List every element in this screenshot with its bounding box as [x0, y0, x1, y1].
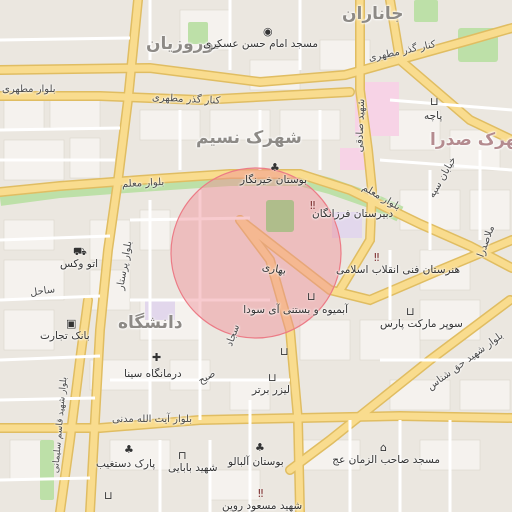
road-label-sadeghi: شهید صادقی	[354, 98, 368, 153]
district-label-daneshgah: دانشگاه	[118, 313, 183, 333]
poi-otovax[interactable]: اتو وکس	[60, 258, 98, 270]
poi-shahid-masood[interactable]: شهید مسعود روین	[222, 500, 302, 512]
road-label-blvd-moallem-w: بلوار معلم	[121, 176, 165, 191]
hospital-icon[interactable]: ✚	[152, 352, 161, 363]
school-icon-2[interactable]: ‼	[374, 252, 379, 263]
poi-honarestan[interactable]: هنرستان فنی انقلاب اسلامی	[336, 264, 460, 276]
poi-park-dastgheib[interactable]: پارک دستغیب	[96, 458, 155, 470]
park-tree-icon[interactable]: ♣	[270, 162, 280, 173]
shopping-basket-icon[interactable]: ⊔	[307, 291, 316, 302]
district-label-sadra: شهرک صدرا	[430, 130, 512, 150]
road-label-blvd-motahari: بلوار مطهری	[2, 84, 56, 95]
shopping-basket-icon-6[interactable]: ⊔	[104, 490, 113, 501]
poi-abmive[interactable]: آبمیوه و بستنی آی سودا	[243, 304, 348, 316]
poi-supermarket[interactable]: سوپر مارکت پارس	[380, 318, 463, 330]
bank-icon[interactable]: ▣	[66, 318, 76, 329]
poi-clinic[interactable]: درمانگاه سینا	[124, 368, 182, 380]
park-tree-icon-2[interactable]: ♣	[124, 444, 134, 455]
school-icon-3[interactable]: ‼	[258, 488, 263, 499]
shopping-basket-icon-3[interactable]: ⊔	[268, 372, 277, 383]
mosque-camera-icon[interactable]: ◉	[263, 26, 273, 37]
district-label-jahanara: جاناران	[342, 4, 404, 24]
mosque-icon[interactable]: ⌂	[380, 442, 387, 453]
poi-bostan-khayyam[interactable]: بوستان خیرنگار	[240, 174, 307, 186]
shopping-basket-icon-5[interactable]: ⊔	[430, 96, 439, 107]
poi-masjed-saheb[interactable]: مسجد صاحب الزمان عج	[332, 454, 440, 466]
memorial-icon[interactable]: ⊓	[178, 450, 187, 461]
park-tree-icon-3[interactable]: ♣	[255, 442, 265, 453]
poi-leizer[interactable]: لیزر برتر	[252, 384, 290, 396]
shopping-basket-icon-4[interactable]: ⊔	[406, 306, 415, 317]
shopping-basket-icon-2[interactable]: ⊔	[280, 346, 289, 357]
district-label-nasim: شهرک نسیم	[196, 128, 302, 148]
car-icon[interactable]: ⛟	[73, 246, 87, 257]
poi-bank[interactable]: بانک تجارت	[40, 330, 90, 342]
poi-shahid-babaei[interactable]: شهید بابایی	[168, 462, 218, 474]
road-label-ayatollah-madani: بلوار آیت الله مدنی	[112, 414, 193, 425]
poi-dabirestan[interactable]: دبیرستان فرزانگان	[312, 208, 393, 220]
map-view[interactable]: نوروزیان جاناران شهرک نسیم دانشگاه شهرک …	[0, 0, 512, 512]
poi-imam-mosque[interactable]: مسجد امام حسن عسکری	[203, 38, 318, 50]
poi-bostan-albaloo[interactable]: بوستان آلبالو	[228, 456, 284, 468]
poi-pachoo[interactable]: پاچه	[424, 110, 442, 122]
